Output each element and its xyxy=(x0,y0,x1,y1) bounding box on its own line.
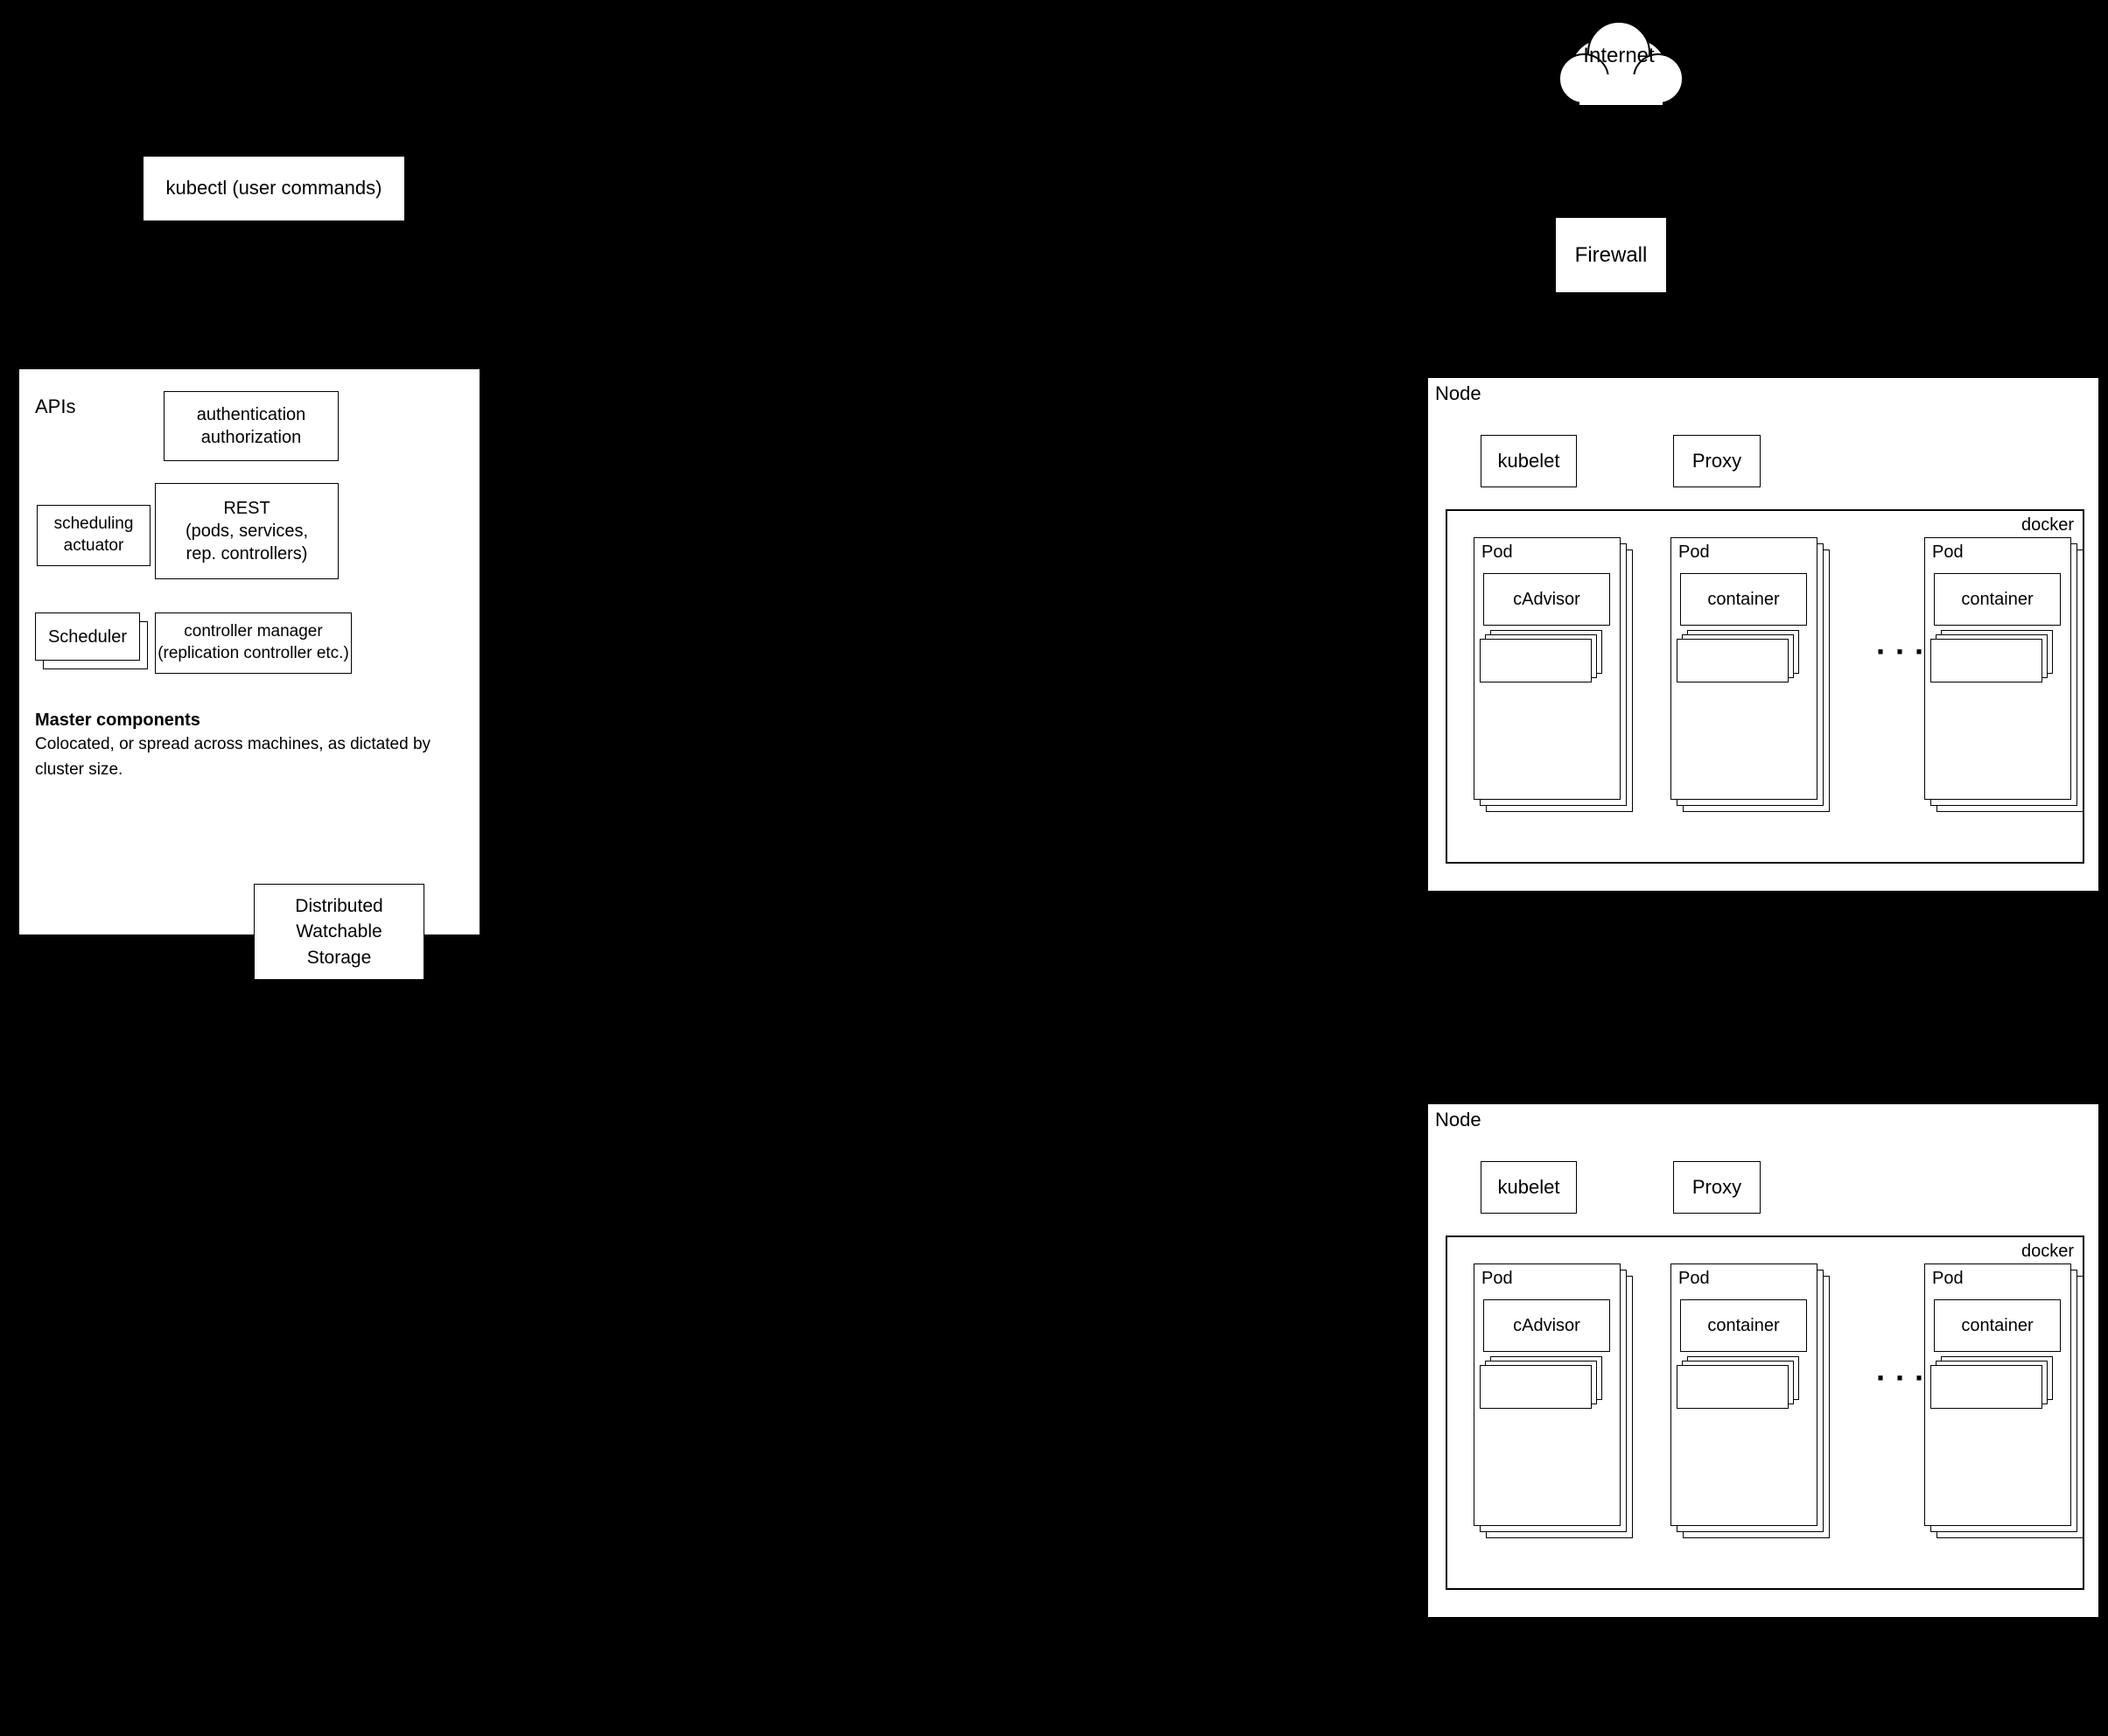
docker2-label: docker xyxy=(2021,1242,2074,1262)
container1-label: container xyxy=(1707,588,1779,611)
pod2-stack: Pod container xyxy=(1670,537,1845,835)
node1-label: Node xyxy=(1435,382,1481,405)
pod4-stack: Pod cAdvisor xyxy=(1474,1264,1640,1561)
node2-container: Node kubelet Proxy docker Pod cAdvisor xyxy=(1426,1102,2100,1619)
rest-label: REST (pods, services, rep. controllers) xyxy=(186,497,308,565)
apis-label: APIs xyxy=(35,396,75,418)
scheduler-box-front: Scheduler xyxy=(35,612,140,661)
pod2-label: Pod xyxy=(1678,542,1710,563)
master-note1: Master components xyxy=(35,710,200,731)
scheduler2-label: Scheduler xyxy=(48,626,127,648)
container1-box: container xyxy=(1680,573,1807,626)
docker2-inner: docker Pod cAdvisor xyxy=(1446,1236,2084,1590)
proxy1-label: Proxy xyxy=(1692,449,1741,474)
kubelet2-label: kubelet xyxy=(1498,1175,1560,1200)
kubelet2-box: kubelet xyxy=(1481,1161,1577,1214)
controller-manager-label: controller manager (replication controll… xyxy=(158,621,349,664)
diagram-area: Internet Firewall kubectl (user commands… xyxy=(0,0,2108,1736)
controller-manager-box: controller manager (replication controll… xyxy=(155,612,352,674)
dots2: · · · xyxy=(1876,1360,1925,1396)
dots1: · · · xyxy=(1876,634,1925,670)
container4-label: container xyxy=(1961,1314,2033,1337)
scheduling-actuator-box: scheduling actuator xyxy=(37,505,151,566)
container3-label: container xyxy=(1707,1314,1779,1337)
proxy2-box: Proxy xyxy=(1673,1161,1761,1214)
auth-label: authentication authorization xyxy=(197,403,306,449)
cadvisor2-box: cAdvisor xyxy=(1483,1299,1610,1352)
pod3-stack: Pod container xyxy=(1924,537,2099,835)
cadvisor2-label: cAdvisor xyxy=(1513,1314,1580,1337)
pod6-label: Pod xyxy=(1932,1269,1964,1289)
node1-container: Node kubelet Proxy docker Pod cAdviso xyxy=(1426,376,2100,892)
docker1-inner: docker Pod cAdvisor xyxy=(1446,509,2084,864)
scheduling-actuator-label: scheduling actuator xyxy=(54,514,134,556)
pod6-stack: Pod container xyxy=(1924,1264,2099,1561)
proxy2-label: Proxy xyxy=(1692,1175,1741,1200)
container2-label: container xyxy=(1961,588,2033,611)
cadvisor1-box: cAdvisor xyxy=(1483,573,1610,626)
container2-box: container xyxy=(1934,573,2061,626)
kubelet1-label: kubelet xyxy=(1498,449,1560,474)
pod4-label: Pod xyxy=(1481,1269,1513,1289)
docker1-label: docker xyxy=(2021,515,2074,536)
proxy1-box: Proxy xyxy=(1673,435,1761,487)
kubectl-label: kubectl (user commands) xyxy=(166,176,382,201)
firewall-box: Firewall xyxy=(1555,217,1667,293)
master-note2: Colocated, or spread across machines, as… xyxy=(35,732,480,782)
firewall-label: Firewall xyxy=(1575,242,1648,269)
internet-cloud: Internet xyxy=(1531,9,1706,122)
etcd-note: (implemented via etcd) xyxy=(241,989,417,1009)
container3-box: container xyxy=(1680,1299,1807,1352)
auth-box: authentication authorization xyxy=(164,391,339,461)
pod5-label: Pod xyxy=(1678,1269,1710,1289)
container4-box: container xyxy=(1934,1299,2061,1352)
pod1-stack: Pod cAdvisor xyxy=(1474,537,1640,835)
internet-label: Internet xyxy=(1531,44,1706,68)
rest-box: REST (pods, services, rep. controllers) xyxy=(155,483,339,579)
kubectl-box: kubectl (user commands) xyxy=(143,156,405,221)
node2-label: Node xyxy=(1435,1109,1481,1131)
cadvisor1-label: cAdvisor xyxy=(1513,588,1580,611)
kubelet1-box: kubelet xyxy=(1481,435,1577,487)
distributed-storage-label: Distributed Watchable Storage xyxy=(295,893,382,970)
pod5-stack: Pod container xyxy=(1670,1264,1845,1561)
pod1-label: Pod xyxy=(1481,542,1513,563)
distributed-storage-box: Distributed Watchable Storage xyxy=(254,884,424,980)
master-components-box: APIs authentication authorization REST (… xyxy=(18,368,481,936)
pod3-label: Pod xyxy=(1932,542,1964,563)
